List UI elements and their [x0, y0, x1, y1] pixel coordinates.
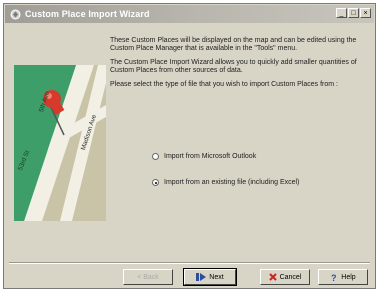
window-title: Custom Place Import Wizard — [25, 9, 150, 19]
back-button[interactable]: < Back — [123, 269, 173, 285]
wizard-window: Custom Place Import Wizard _ □ × 53rd St… — [3, 3, 376, 289]
description-paragraph-1: These Custom Places will be displayed on… — [110, 37, 357, 53]
help-label: Help — [341, 273, 356, 281]
cancel-button[interactable]: Cancel — [260, 269, 310, 285]
close-button[interactable]: × — [360, 8, 371, 18]
wizard-content: 53rd St 5th Ave Madison Ave These Custom… — [4, 23, 375, 262]
map-illustration: 53rd St 5th Ave Madison Ave — [14, 65, 106, 221]
help-button[interactable]: ? Help — [318, 269, 368, 285]
option-outlook-label: Import from Microsoft Outlook — [164, 153, 257, 160]
option-outlook[interactable]: Import from Microsoft Outlook — [152, 153, 256, 160]
minimize-icon: _ — [339, 9, 344, 17]
minimize-button[interactable]: _ — [336, 8, 347, 18]
radio-outlook[interactable] — [152, 153, 159, 160]
footer-separator — [9, 262, 370, 264]
svg-text:?: ? — [331, 273, 337, 282]
help-question-icon: ? — [330, 273, 338, 282]
next-button[interactable]: Next — [183, 268, 237, 286]
cancel-x-icon — [268, 273, 277, 281]
description-paragraph-3: Please select the type of file that you … — [110, 80, 338, 88]
maximize-button[interactable]: □ — [348, 8, 359, 18]
close-icon: × — [363, 9, 368, 17]
maximize-icon: □ — [351, 9, 356, 17]
option-existing-file[interactable]: Import from an existing file (including … — [152, 179, 299, 186]
next-arrow-icon — [196, 273, 207, 281]
next-label: Next — [209, 273, 224, 281]
description-text: These Custom Places will be displayed on… — [110, 37, 372, 94]
back-label: < Back — [137, 273, 159, 281]
option-existing-file-label: Import from an existing file (including … — [164, 179, 300, 186]
description-paragraph-2: The Custom Place Import Wizard allows yo… — [110, 58, 357, 75]
title-bar[interactable]: Custom Place Import Wizard _ □ × — [5, 5, 374, 23]
app-icon — [9, 8, 21, 20]
radio-existing-file[interactable] — [152, 179, 159, 186]
cancel-label: Cancel — [279, 273, 302, 281]
